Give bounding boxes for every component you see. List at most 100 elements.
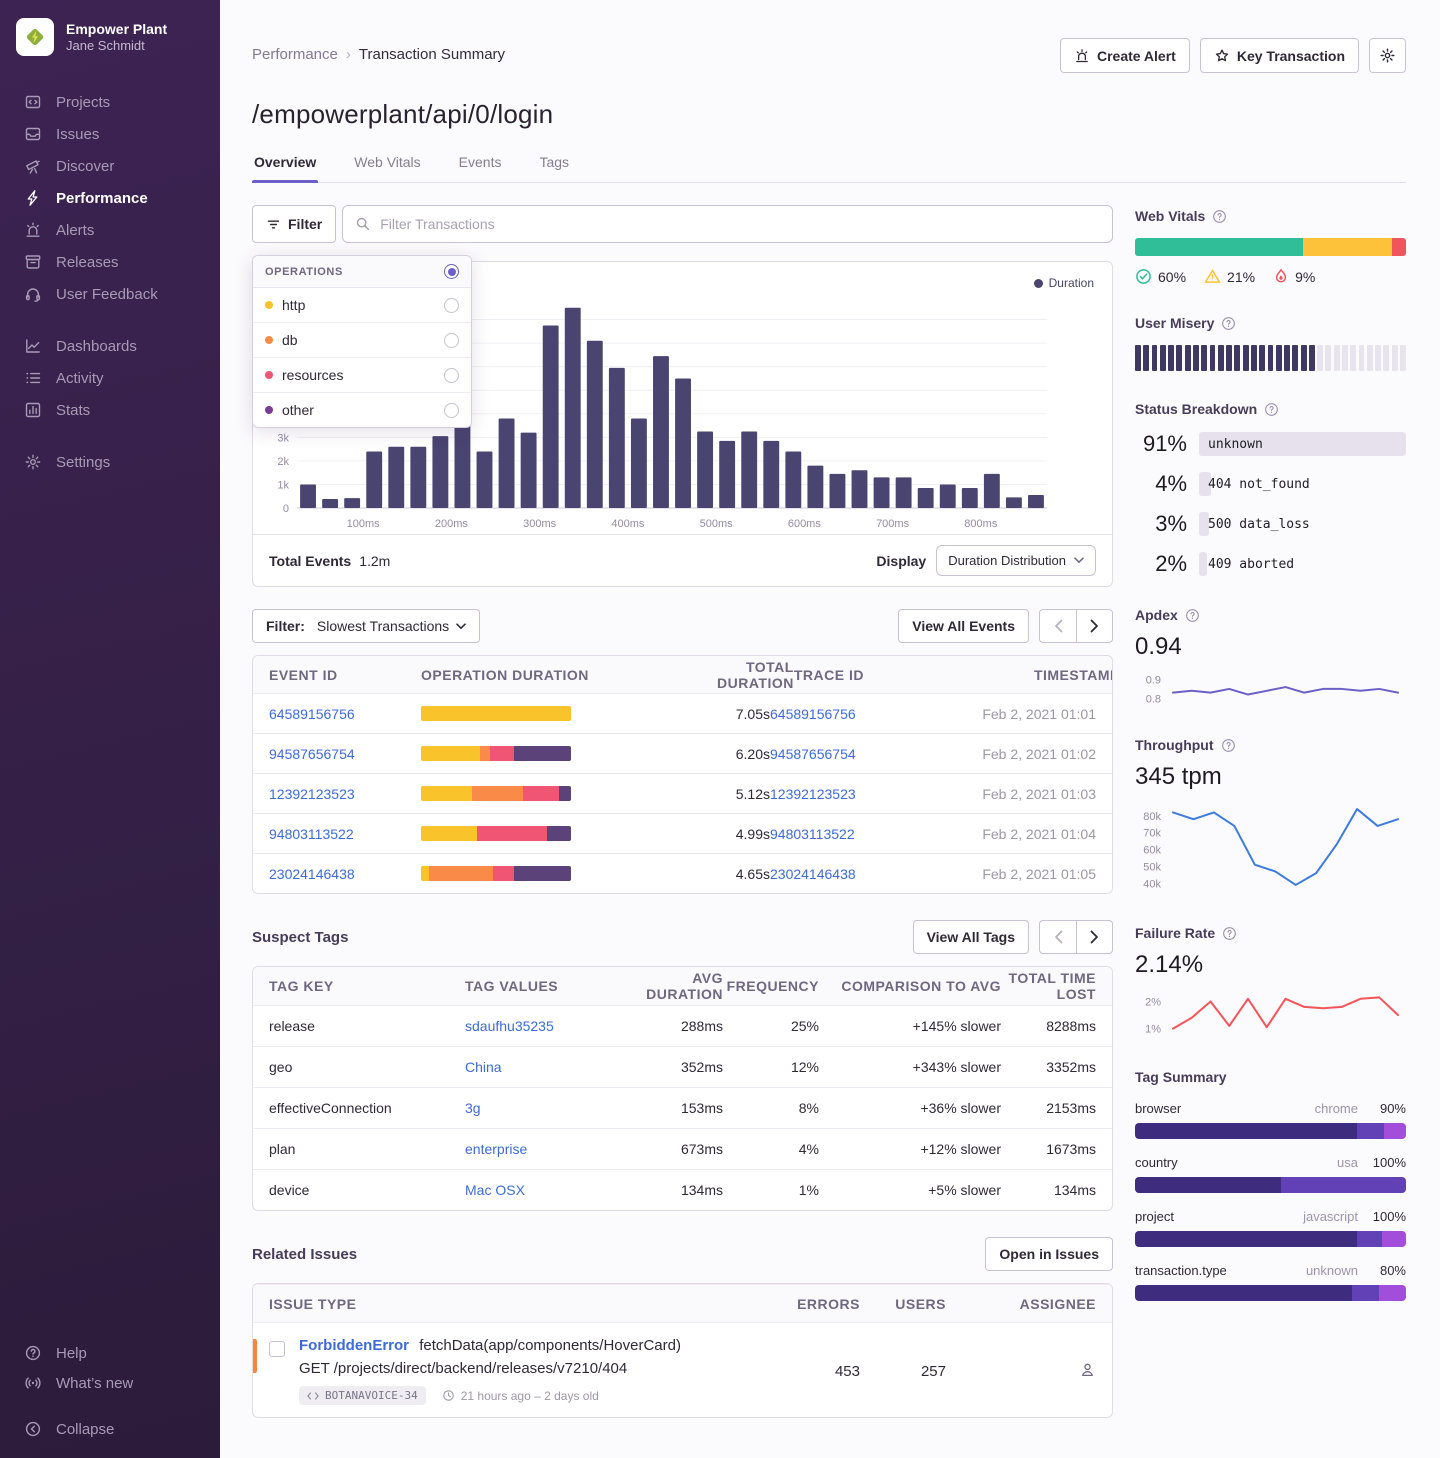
throughput-value: 345 tpm [1135,763,1406,791]
operation-option-http[interactable]: http [253,288,471,323]
histogram-bar [1028,495,1044,508]
svg-text:800ms: 800ms [964,518,998,530]
tag-segment [1357,1123,1384,1139]
open-in-issues-button[interactable]: Open in Issues [985,1237,1113,1271]
sidebar-item-user-feedback[interactable]: User Feedback [0,278,220,310]
issues-icon [24,125,42,143]
next-page-button[interactable] [1076,609,1113,643]
web-vitals-segment [1303,238,1392,256]
operation-duration-bar [421,826,571,841]
breadcrumb-performance[interactable]: Performance [252,46,338,63]
other-color-dot [265,406,273,414]
event-id-link[interactable]: 94803113522 [269,826,421,842]
sidebar-item-issues[interactable]: Issues [0,118,220,150]
event-id-link[interactable]: 64589156756 [269,706,421,722]
slowest-transactions-select[interactable]: Filter: Slowest Transactions [252,609,480,643]
op-segment-other [547,826,571,841]
question-icon[interactable] [1264,402,1279,417]
page-title: /empowerplant/api/0/login [252,99,1406,130]
histogram-bar [432,436,448,508]
event-row: 23024146438 4.65s 23024146438 Feb 2, 202… [253,853,1112,893]
issue-errors-count: 453 [770,1363,860,1380]
filter-button[interactable]: Filter [252,205,336,243]
tag-segment [1135,1231,1357,1247]
org-switcher[interactable]: Empower Plant Jane Schmidt [0,18,220,56]
question-icon[interactable] [1221,316,1236,331]
prev-page-button[interactable] [1039,920,1076,954]
org-logo-icon [16,18,54,56]
tag-value-link[interactable]: sdaufhu35235 [465,1018,615,1034]
tag-value-link[interactable]: 3g [465,1100,615,1116]
other-radio[interactable] [444,403,459,418]
sidebar-item-settings[interactable]: Settings [0,446,220,478]
operations-all-radio[interactable] [444,264,459,279]
transaction-search[interactable] [342,205,1113,243]
search-input[interactable] [380,216,1100,232]
question-icon[interactable] [1221,738,1236,753]
issue-checkbox[interactable] [269,1341,285,1357]
question-icon[interactable] [1212,209,1227,224]
resources-color-dot [265,371,273,379]
view-all-tags-button[interactable]: View All Tags [913,920,1029,954]
trace-id-link[interactable]: 64589156756 [770,706,918,722]
tag-segment [1382,1231,1406,1247]
sidebar: Empower Plant Jane Schmidt Projects Issu… [0,0,220,1458]
sidebar-item-help[interactable]: Help [0,1338,220,1368]
tab-overview[interactable]: Overview [252,154,318,182]
event-id-link[interactable]: 94587656754 [269,746,421,762]
display-select[interactable]: Duration Distribution [936,545,1096,576]
filter-icon [266,217,281,232]
apdex-value: 0.94 [1135,633,1406,661]
sidebar-collapse-button[interactable]: Collapse [0,1414,220,1444]
trace-id-link[interactable]: 12392123523 [770,786,918,802]
tab-web-vitals[interactable]: Web Vitals [352,154,422,182]
sidebar-item-stats[interactable]: Stats [0,394,220,426]
resources-radio[interactable] [444,368,459,383]
settings-gear-button[interactable] [1369,38,1406,73]
histogram-bar [675,378,691,508]
sidebar-item-releases[interactable]: Releases [0,246,220,278]
tag-value-link[interactable]: Mac OSX [465,1182,615,1198]
project-badge[interactable]: BOTANAVOICE-34 [299,1386,426,1405]
svg-text:500ms: 500ms [700,518,734,530]
duration-legend-dot [1034,279,1043,288]
tab-events[interactable]: Events [457,154,504,182]
sidebar-item-performance[interactable]: Performance [0,182,220,214]
tag-value-link[interactable]: China [465,1059,615,1075]
tag-segment [1379,1285,1406,1301]
sidebar-item-discover[interactable]: Discover [0,150,220,182]
next-page-button[interactable] [1076,920,1113,954]
trace-id-link[interactable]: 23024146438 [770,866,918,882]
db-radio[interactable] [444,333,459,348]
alerts-icon [24,221,42,239]
sidebar-item-activity[interactable]: Activity [0,362,220,394]
histogram-bar [587,341,603,508]
assignee-button[interactable] [946,1361,1096,1382]
event-id-link[interactable]: 23024146438 [269,866,421,882]
event-id-link[interactable]: 12392123523 [269,786,421,802]
key-transaction-button[interactable]: Key Transaction [1200,38,1359,73]
op-segment-resources [493,866,514,881]
main-content: Performance › Transaction Summary Create… [220,0,1440,1458]
tab-tags[interactable]: Tags [537,154,571,182]
sidebar-item-projects[interactable]: Projects [0,86,220,118]
issue-subtitle: GET /projects/direct/backend/releases/v7… [299,1360,681,1377]
svg-text:50k: 50k [1143,861,1161,873]
issue-type-link[interactable]: ForbiddenError [299,1337,409,1354]
http-radio[interactable] [444,298,459,313]
histogram-bar [807,466,823,508]
tag-value-link[interactable]: enterprise [465,1141,615,1157]
sidebar-item-alerts[interactable]: Alerts [0,214,220,246]
trace-id-link[interactable]: 94587656754 [770,746,918,762]
create-alert-button[interactable]: Create Alert [1060,38,1190,73]
prev-page-button[interactable] [1039,609,1076,643]
trace-id-link[interactable]: 94803113522 [770,826,918,842]
sidebar-item-dashboards[interactable]: Dashboards [0,330,220,362]
operation-option-other[interactable]: other [253,393,471,427]
question-icon[interactable] [1185,608,1200,623]
operation-option-db[interactable]: db [253,323,471,358]
question-icon[interactable] [1222,926,1237,941]
view-all-events-button[interactable]: View All Events [898,609,1029,643]
operation-option-resources[interactable]: resources [253,358,471,393]
sidebar-item-whats-new[interactable]: What’s new [0,1368,220,1398]
